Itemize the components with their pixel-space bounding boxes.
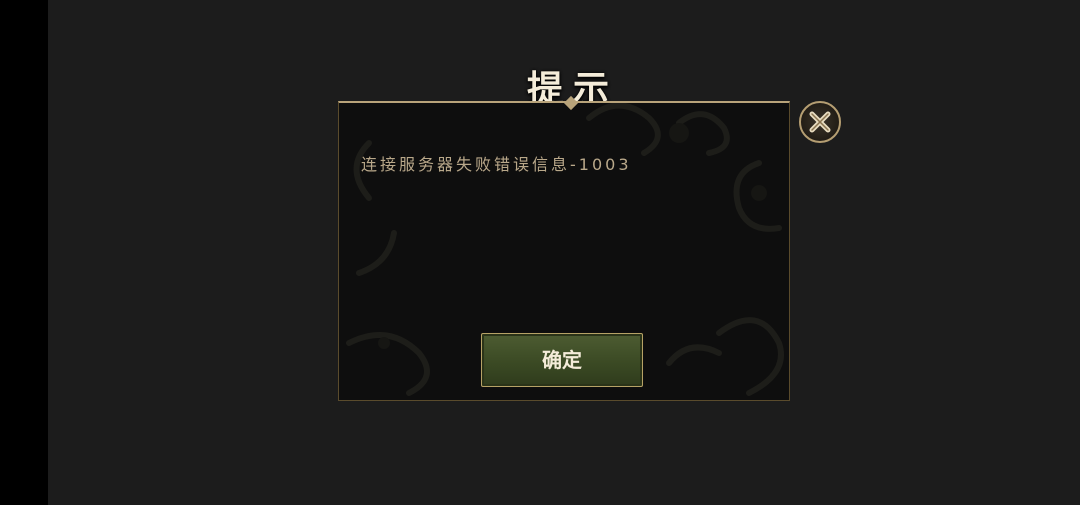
close-button[interactable]	[799, 101, 841, 143]
dialog-panel: 连接服务器失败错误信息-1003 确定	[338, 101, 790, 401]
game-screen: 提示 连接服务器失败错误信息-1003 确定	[0, 0, 1080, 505]
left-black-bar	[0, 0, 48, 505]
error-message: 连接服务器失败错误信息-1003	[361, 155, 632, 174]
close-icon	[809, 111, 831, 133]
confirm-button[interactable]: 确定	[481, 333, 643, 387]
